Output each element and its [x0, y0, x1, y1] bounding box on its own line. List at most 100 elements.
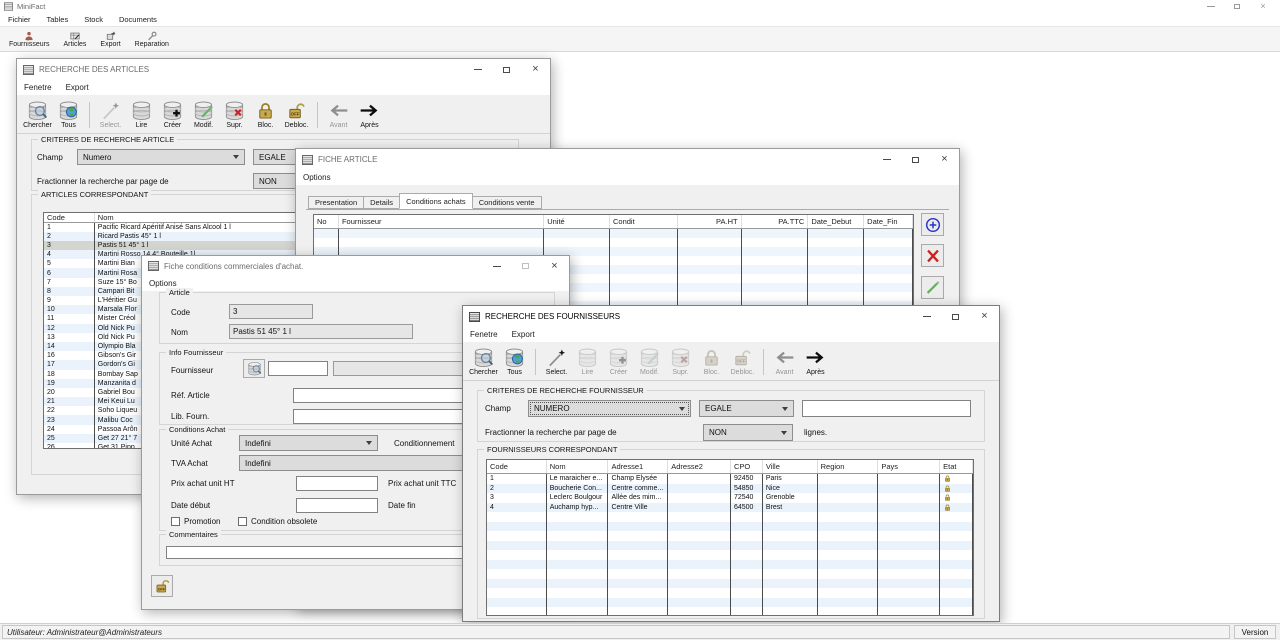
- menu-item-fenetre[interactable]: Fenetre: [17, 83, 59, 92]
- app-minimize-button[interactable]: [1198, 1, 1224, 13]
- tab-conditions-vente[interactable]: Conditions vente: [472, 196, 542, 209]
- minimize-button[interactable]: [912, 306, 941, 327]
- champ-select[interactable]: NUMERO: [528, 400, 691, 417]
- fraction-select[interactable]: NON: [703, 424, 793, 441]
- tab-details[interactable]: Details: [363, 196, 400, 209]
- close-button[interactable]: ×: [930, 149, 959, 170]
- column-header-no[interactable]: No: [314, 215, 339, 228]
- toolbar-button-select[interactable]: Select.: [541, 346, 572, 376]
- close-button[interactable]: ×: [540, 256, 569, 276]
- column-header-condit[interactable]: Condit: [610, 215, 678, 228]
- group-label: CRITERES DE RECHERCHE ARTICLE: [38, 135, 177, 144]
- menu-item-export[interactable]: Export: [505, 330, 542, 339]
- code-label: Code: [171, 308, 190, 317]
- table-row[interactable]: 4Auchamp hyp...Centre Ville64500Brest: [487, 503, 973, 513]
- app-toolbar-button-export[interactable]: Export: [93, 30, 127, 48]
- edit-row-button[interactable]: [921, 276, 944, 299]
- fournisseur-code-input[interactable]: [268, 361, 328, 376]
- toolbar-button-lire[interactable]: Lire: [126, 99, 157, 129]
- column-header-pays[interactable]: Pays: [878, 460, 940, 473]
- app-toolbar-button-fournisseurs[interactable]: Fournisseurs: [2, 30, 56, 48]
- prix-ht-input[interactable]: [296, 476, 378, 491]
- column-header-ville[interactable]: Ville: [763, 460, 818, 473]
- column-header-code[interactable]: Code: [44, 213, 95, 222]
- maximize-button[interactable]: [941, 306, 970, 327]
- articles-menubar: FenetreExport: [17, 80, 550, 96]
- operator-select[interactable]: EGALE: [699, 400, 794, 417]
- unite-achat-select[interactable]: Indefini: [239, 435, 378, 451]
- app-toolbar-button-reparation[interactable]: Reparation: [128, 30, 176, 48]
- group-label: FOURNISSEURS CORRESPONDANT: [484, 445, 620, 454]
- status-user: Utilisateur: Administrateur@Administrate…: [2, 625, 1230, 639]
- unlock-off-button[interactable]: [151, 575, 173, 597]
- minimize-button[interactable]: [482, 256, 511, 276]
- close-button[interactable]: ×: [521, 59, 550, 80]
- minimize-button[interactable]: [872, 149, 901, 170]
- nom-field[interactable]: Pastis 51 45° 1 l: [229, 324, 413, 339]
- menu-item-fichier[interactable]: Fichier: [0, 15, 39, 24]
- fournisseur-search-button[interactable]: [243, 359, 265, 378]
- window-icon: [302, 155, 313, 165]
- table-row[interactable]: 3Leclerc BoulgourAllée des mim...72540Gr…: [487, 493, 973, 503]
- column-header-region[interactable]: Region: [818, 460, 879, 473]
- menu-item-documents[interactable]: Documents: [111, 15, 165, 24]
- column-header-cpo[interactable]: CPO: [731, 460, 763, 473]
- column-header-nom[interactable]: Nom: [547, 460, 609, 473]
- column-header-date-fin[interactable]: Date_Fin: [864, 215, 913, 228]
- menu-item-export[interactable]: Export: [59, 83, 96, 92]
- toolbar-button-chercher[interactable]: Chercher: [22, 99, 53, 129]
- column-header-date-debut[interactable]: Date_Debut: [808, 215, 864, 228]
- menu-item-tables[interactable]: Tables: [39, 15, 77, 24]
- promotion-checkbox[interactable]: [171, 517, 180, 526]
- minimize-button[interactable]: [463, 59, 492, 80]
- toolbar-button-debloc[interactable]: Debloc.: [281, 99, 312, 129]
- maximize-button[interactable]: [901, 149, 930, 170]
- db-delete-icon: [223, 100, 246, 121]
- app-close-button[interactable]: ×: [1250, 1, 1276, 13]
- db-search-icon: [246, 361, 263, 376]
- toolbar-button-supr[interactable]: Supr.: [219, 99, 250, 129]
- search-value-input[interactable]: [802, 400, 971, 417]
- column-header-unit[interactable]: Unité: [544, 215, 610, 228]
- table-row[interactable]: 2Boucherie Con...Centre comme...54850Nic…: [487, 484, 973, 494]
- app-toolbar-button-articles[interactable]: Articles: [56, 30, 93, 48]
- table-row-empty: [487, 550, 973, 560]
- db-icon: [576, 347, 599, 368]
- add-row-button[interactable]: [921, 213, 944, 236]
- toolbar-button-debloc: Debloc.: [727, 346, 758, 376]
- db-plus-icon: [161, 100, 184, 121]
- menu-item-options[interactable]: Options: [142, 279, 184, 288]
- column-header-adresse1[interactable]: Adresse1: [608, 460, 668, 473]
- app-restore-button[interactable]: [1224, 1, 1250, 13]
- column-header-pa-ht[interactable]: PA.HT: [678, 215, 742, 228]
- toolbar-button-tous[interactable]: Tous: [499, 346, 530, 376]
- column-header-adresse2[interactable]: Adresse2: [668, 460, 731, 473]
- close-button[interactable]: ×: [970, 306, 999, 327]
- menu-item-fenetre[interactable]: Fenetre: [463, 330, 505, 339]
- db-icon: [130, 100, 153, 121]
- delete-row-button[interactable]: [921, 244, 944, 267]
- toolbar-button-modif[interactable]: Modif.: [188, 99, 219, 129]
- menu-item-stock[interactable]: Stock: [76, 15, 111, 24]
- tab-presentation[interactable]: Presentation: [308, 196, 364, 209]
- maximize-button[interactable]: [492, 59, 521, 80]
- arrow-left-icon: [327, 100, 350, 121]
- menu-item-options[interactable]: Options: [296, 173, 338, 182]
- column-header-pa-ttc[interactable]: PA.TTC: [742, 215, 809, 228]
- tab-conditions-achats[interactable]: Conditions achats: [399, 193, 473, 209]
- table-row-empty: [314, 229, 913, 238]
- column-header-code[interactable]: Code: [487, 460, 547, 473]
- toolbar-button-apr-s[interactable]: Après: [354, 99, 385, 129]
- table-row[interactable]: 1Le maraicher e...Champ Elysée92450Paris: [487, 474, 973, 484]
- toolbar-button-apr-s[interactable]: Après: [800, 346, 831, 376]
- toolbar-button-cr-er[interactable]: Créer: [157, 99, 188, 129]
- column-header-fournisseur[interactable]: Fournisseur: [339, 215, 544, 228]
- condition-obsolete-checkbox[interactable]: [238, 517, 247, 526]
- column-header-etat[interactable]: Etat: [940, 460, 973, 473]
- date-debut-input[interactable]: [296, 498, 378, 513]
- champ-select[interactable]: Numero: [77, 149, 245, 165]
- toolbar-button-tous[interactable]: Tous: [53, 99, 84, 129]
- code-field[interactable]: 3: [229, 304, 313, 319]
- toolbar-button-bloc[interactable]: Bloc.: [250, 99, 281, 129]
- toolbar-button-chercher[interactable]: Chercher: [468, 346, 499, 376]
